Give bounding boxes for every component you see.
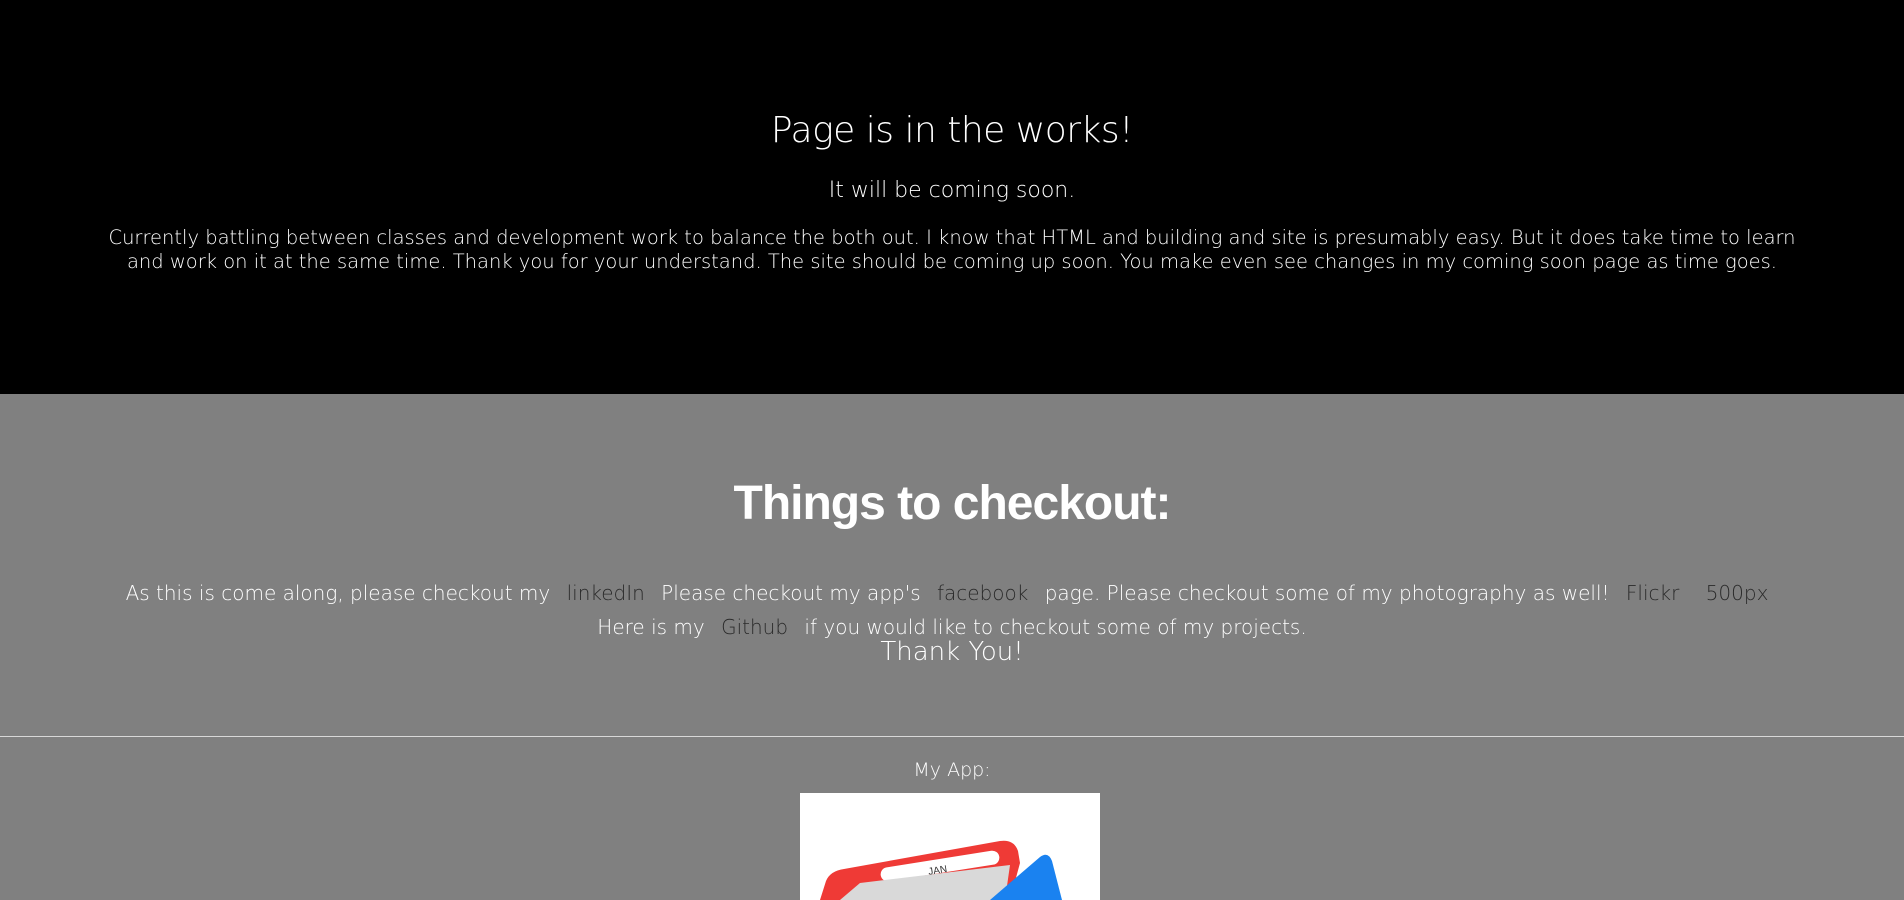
checkout-text-2: Please checkout my app's bbox=[661, 581, 921, 605]
flickr-link[interactable]: Flickr bbox=[1616, 581, 1689, 605]
hero-subtitle: It will be coming soon. bbox=[828, 178, 1076, 203]
app-icon-image[interactable]: JAN bbox=[800, 793, 1100, 900]
hero-section: Page is in the works! It will be coming … bbox=[0, 0, 1904, 394]
hero-paragraph: Currently battling between classes and d… bbox=[108, 226, 1796, 273]
500px-link[interactable]: 500px bbox=[1696, 581, 1779, 605]
calendar-app-icon: JAN bbox=[820, 840, 1062, 900]
checkout-text-5: if you would like to checkout some of my… bbox=[804, 615, 1307, 639]
thank-you-text: Thank You! bbox=[880, 637, 1024, 667]
github-link[interactable]: Github bbox=[711, 615, 798, 639]
linkedin-link[interactable]: linkedIn bbox=[557, 581, 655, 605]
my-app-label: My App: bbox=[913, 759, 991, 781]
facebook-link[interactable]: facebook bbox=[927, 581, 1038, 605]
checkout-text-4: Here is my bbox=[597, 615, 705, 639]
checkout-text-1: As this is come along, please checkout m… bbox=[125, 581, 551, 605]
my-app-section: My App: JAN bbox=[0, 737, 1904, 900]
checkout-text-3: page. Please checkout some of my photogr… bbox=[1044, 581, 1610, 605]
checkout-paragraph: As this is come along, please checkout m… bbox=[100, 576, 1804, 644]
hero-title: Page is in the works! bbox=[770, 110, 1134, 151]
checkout-title: Things to checkout: bbox=[733, 477, 1172, 530]
checkout-section: Things to checkout: As this is come alon… bbox=[0, 394, 1904, 736]
